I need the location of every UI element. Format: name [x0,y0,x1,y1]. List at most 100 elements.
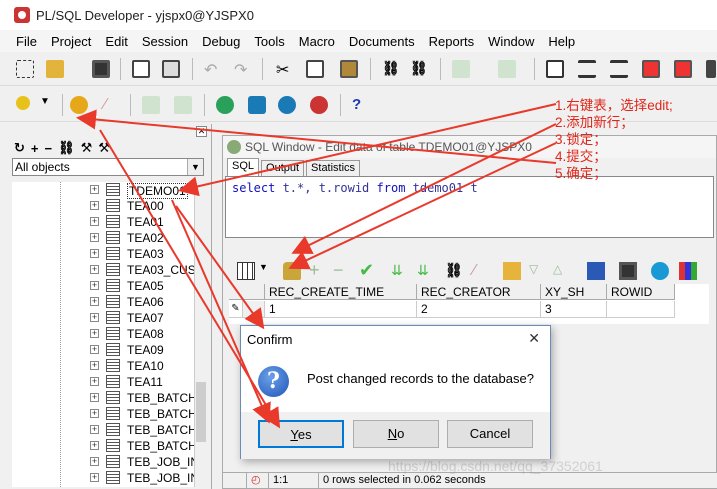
save-icon[interactable] [619,262,637,280]
tree-item[interactable]: + TEA03 [12,246,194,262]
tab-output[interactable]: Output [261,160,305,176]
commit-icon[interactable] [142,96,160,114]
expand-icon[interactable]: + [90,297,99,306]
expand-icon[interactable]: + [90,201,99,210]
sort-icon[interactable]: ⚒ [98,140,110,156]
object-tree[interactable]: + TDEMO01 + TEA00 + TEA01 + TEA02 + TEA03 + TEA03_C… [12,182,194,487]
column-header-rec-create-time[interactable]: REC_CREATE_TIME [265,284,417,300]
break-icon[interactable]: ⁄ [104,96,122,114]
print-preview-icon[interactable] [162,60,180,78]
dropdown-arrow-icon[interactable]: ▼ [259,262,277,280]
find-icon[interactable]: ⛓ [58,140,75,156]
tree-item[interactable]: + TDEMO01 [12,182,194,199]
tree-item[interactable]: + TEA00 [12,198,194,214]
paste-icon[interactable] [340,60,358,78]
tree-item[interactable]: + TEA09 [12,342,194,358]
tree-scrollbar[interactable] [194,182,206,487]
post-changes-icon[interactable]: ✔ [359,261,377,280]
menu-help[interactable]: Help [541,34,582,49]
find-icon[interactable]: ⛓ [382,60,400,78]
tree-item[interactable]: + TEA06 [12,294,194,310]
chart-icon[interactable] [679,262,697,280]
expand-icon[interactable]: + [90,457,99,466]
lock-icon[interactable] [283,262,301,280]
expand-icon[interactable]: + [90,217,99,226]
tree-item[interactable]: + TEA05 [12,278,194,294]
query-by-example-icon[interactable] [503,262,521,280]
expand-icon[interactable]: + [90,441,99,450]
scrollbar-thumb[interactable] [196,382,206,442]
column-header-rec-creator[interactable]: REC_CREATOR [417,284,541,300]
menu-window[interactable]: Window [481,34,541,49]
close-icon[interactable]: ✕ [528,330,540,347]
refresh-icon[interactable]: ↻ [14,140,25,156]
tree-item[interactable]: + TEB_BATCH [12,438,194,454]
menu-documents[interactable]: Documents [342,34,422,49]
uncomment-icon[interactable] [674,60,692,78]
copy-icon[interactable] [306,60,324,78]
expand-icon[interactable]: + [90,185,99,194]
expand-icon[interactable]: + [90,409,99,418]
export-icon[interactable] [587,262,605,280]
tree-item[interactable]: + TEA01 [12,214,194,230]
redo-icon[interactable]: ↷ [234,60,252,79]
comment-icon[interactable] [642,60,660,78]
tree-item[interactable]: + TEA11 [12,374,194,390]
expand-icon[interactable]: + [90,393,99,402]
cut-icon[interactable]: ✂ [276,60,294,79]
sql-icon[interactable] [248,96,266,114]
last-page-icon[interactable]: ⇊ [417,262,435,280]
session-icon[interactable] [216,96,234,114]
menu-debug[interactable]: Debug [195,34,247,49]
tab-statistics[interactable]: Statistics [306,160,361,176]
tree-item[interactable]: + TEA08 [12,326,194,342]
dropdown-arrow-icon[interactable]: ▼ [40,96,58,114]
rollback-icon[interactable] [174,96,192,114]
cell-rec-create-time[interactable]: 1 [265,301,417,318]
delete-record-icon[interactable]: − [333,261,351,280]
tree-item[interactable]: + TEA07 [12,310,194,326]
insert-record-icon[interactable]: + [309,261,327,280]
help-icon[interactable]: ? [352,96,370,114]
expand-icon[interactable]: + [90,345,99,354]
expand-icon[interactable]: + [90,313,99,322]
no-button[interactable]: No [353,420,439,448]
object-filter-select[interactable]: All objects ▼ [12,158,204,176]
yes-button[interactable]: Yes [258,420,344,448]
menu-tools[interactable]: Tools [247,34,291,49]
unindent-icon[interactable] [610,60,628,78]
forward-icon[interactable] [498,60,516,78]
chevron-down-icon[interactable]: ▼ [187,159,203,175]
cell-rec-creator[interactable]: 2 [417,301,541,318]
filter-icon[interactable]: ⚒ [81,140,93,156]
key-icon[interactable] [16,96,30,110]
tree-item[interactable]: + TEB_JOB_IN [12,470,194,486]
menu-project[interactable]: Project [44,34,98,49]
menu-macro[interactable]: Macro [292,34,342,49]
expand-icon[interactable]: + [90,329,99,338]
sort-down-icon[interactable]: ▽ [529,262,547,280]
find-icon[interactable]: ⛓ [445,262,463,280]
next-page-icon[interactable]: ⇊ [391,262,409,280]
add-icon[interactable]: + [31,141,39,156]
import-icon[interactable] [651,262,669,280]
more-tools-icon[interactable] [706,60,716,78]
explain-plan-icon[interactable] [310,96,328,114]
clear-record-icon[interactable]: ⁄ [473,262,491,280]
tree-item[interactable]: + TEA02 [12,230,194,246]
tree-item[interactable]: + TEB_BATCH [12,390,194,406]
indent-icon[interactable] [578,60,596,78]
open-folder-icon[interactable] [46,60,64,78]
tree-item[interactable]: + TEA03_CUS [12,262,194,278]
menu-edit[interactable]: Edit [98,34,134,49]
expand-icon[interactable]: + [90,473,99,482]
find-replace-icon[interactable]: ⛓ [410,60,428,78]
expand-icon[interactable]: + [90,425,99,434]
cancel-button[interactable]: Cancel [447,420,533,448]
expand-icon[interactable]: + [90,361,99,370]
column-header-rowid[interactable]: ROWID [607,284,675,300]
expand-icon[interactable]: + [90,233,99,242]
remove-icon[interactable]: − [45,141,53,156]
tree-item[interactable]: + TEB_JOB_IN [12,454,194,470]
cell-xy-sh[interactable]: 3 [541,301,607,318]
